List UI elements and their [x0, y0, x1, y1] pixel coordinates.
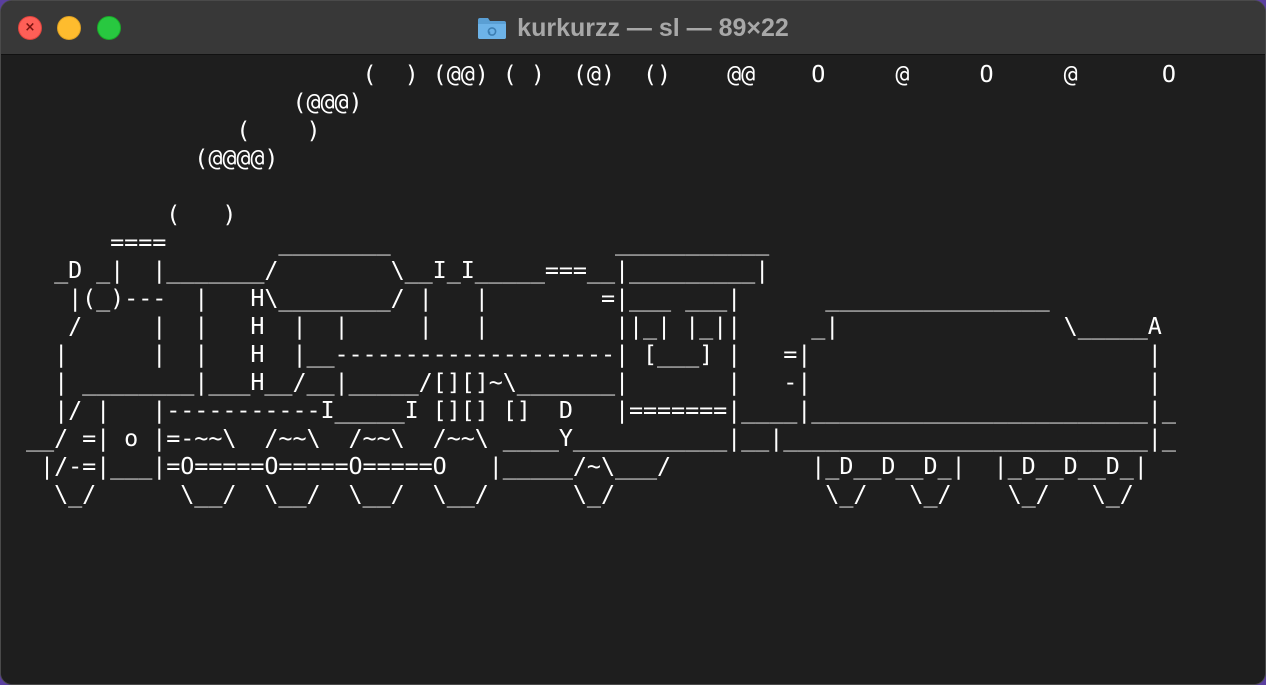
terminal-line: |/-=|___|=O=====O=====O=====O |_____/~\_… — [12, 452, 1148, 480]
terminal-line: ( ) — [12, 200, 237, 228]
terminal-line: / | | H | | | | ||_| |_|| _| \_____A — [12, 312, 1162, 340]
terminal-line: | | | H |__--------------------| [___] |… — [12, 340, 1162, 368]
terminal-content[interactable]: ( ) (@@) ( ) (@) () @@ O @ O @ O (@@@) (… — [1, 55, 1265, 684]
terminal-line: (@@@@) — [12, 144, 279, 172]
terminal-line: \_/ \__/ \__/ \__/ \__/ \_/ \_/ \_/ \_/ … — [12, 480, 1134, 508]
terminal-line: _D _| |_______/ \__I_I_____===__|_______… — [12, 256, 770, 284]
terminal-line: ==== ________ ___________ — [12, 228, 770, 256]
terminal-line: |/ | |-----------I_____I [][] [] D |====… — [12, 396, 1176, 424]
title-bar[interactable]: × kurkurzz — sl — 89×22 — [1, 1, 1265, 55]
window-title-group: kurkurzz — sl — 89×22 — [1, 1, 1265, 55]
terminal-line: __/ =| o |=-~~\ /~~\ /~~\ /~~\ ____Y____… — [12, 424, 1176, 452]
terminal-output: ( ) (@@) ( ) (@) () @@ O @ O @ O (@@@) (… — [12, 60, 1176, 508]
terminal-line: ( ) (@@) ( ) (@) () @@ O @ O @ O — [12, 60, 1176, 88]
terminal-line: | ________|___H__/__|_____/[][]~\_______… — [12, 368, 1162, 396]
terminal-line: ( ) — [12, 116, 321, 144]
terminal-window: × kurkurzz — sl — 89×22 ( ) (@@) ( ) (@)… — [0, 0, 1266, 685]
folder-icon — [477, 16, 507, 40]
terminal-line: (@@@) — [12, 88, 363, 116]
window-title: kurkurzz — sl — 89×22 — [517, 13, 789, 42]
terminal-line: |(_)--- | H\________/ | | =|___ ___| ___… — [12, 284, 1050, 312]
